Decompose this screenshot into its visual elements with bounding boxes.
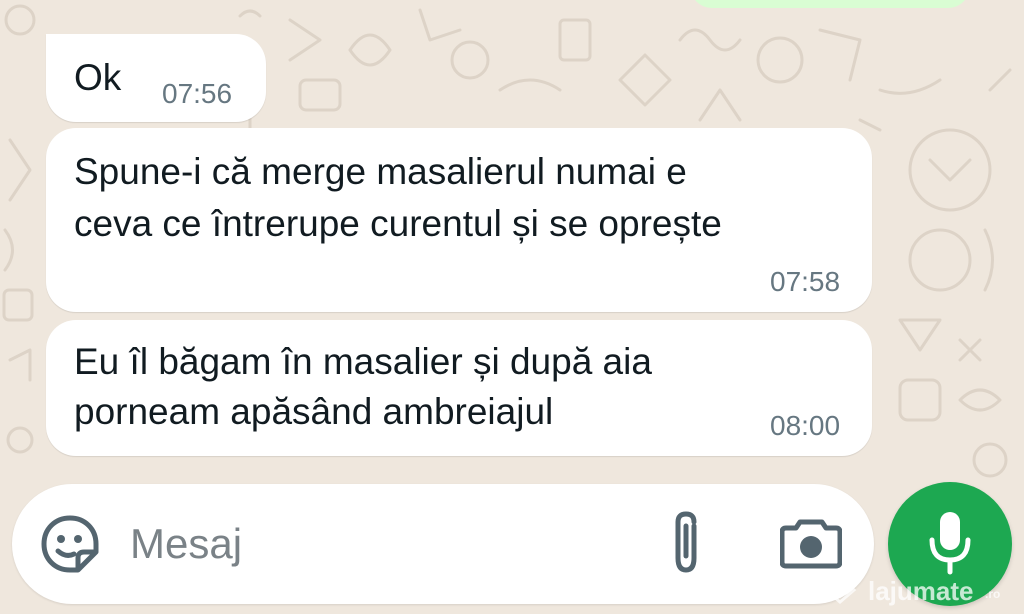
message-timestamp: 08:00 [770,410,841,441]
paperclip-icon[interactable] [664,510,708,576]
watermark-brand: lajumate [868,576,974,606]
outgoing-bubble-partial[interactable] [690,0,970,8]
message-text: Ok [74,57,122,98]
message-timestamp: 07:58 [770,266,841,297]
message-text-line: ceva ce întrerupe curentul și se oprește [74,203,722,244]
watermark-tld: .ro [985,587,1001,601]
message-text-line: Eu îl băgam în masalier și după aia [74,341,652,382]
sticker-icon[interactable] [38,512,102,576]
camera-icon[interactable] [779,514,843,570]
message-text-line: Spune-i că merge masalierul numai e [74,151,687,192]
microphone-icon [929,512,971,575]
message-text-line: porneam apăsând ambreiajul [74,391,554,432]
message-input[interactable]: Mesaj [130,518,242,570]
message-timestamp: 07:56 [162,78,233,109]
